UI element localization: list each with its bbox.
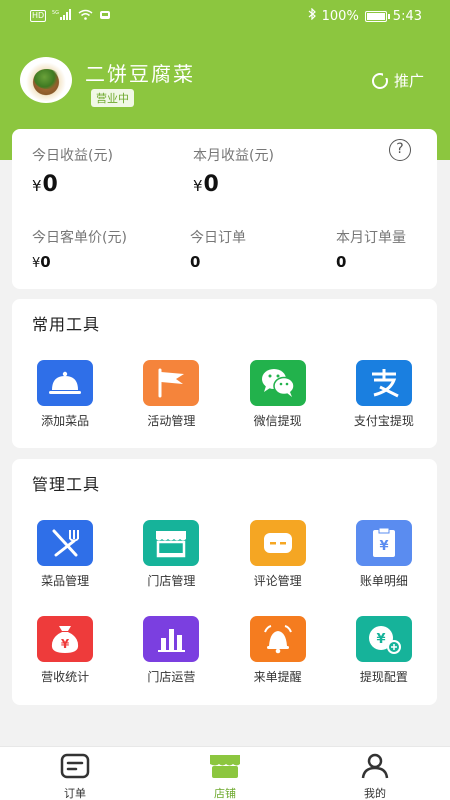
battery-icon bbox=[364, 10, 390, 22]
tab-orders[interactable]: 订单 bbox=[0, 747, 150, 800]
notification-icon bbox=[99, 9, 111, 23]
tool-label: 营收统计 bbox=[41, 670, 90, 684]
promote-button[interactable]: 推广 bbox=[371, 70, 424, 91]
tool-bill-detail[interactable]: ¥ 账单明细 bbox=[331, 520, 437, 589]
status-bar: HD 5G 100% 5:43 bbox=[0, 0, 450, 32]
tool-label: 账单明细 bbox=[359, 574, 408, 588]
tool-label: 提现配置 bbox=[359, 670, 408, 684]
shop-avatar[interactable] bbox=[20, 57, 72, 103]
hd-badge: HD bbox=[30, 10, 47, 22]
tool-store-operation[interactable]: 门店运营 bbox=[118, 616, 224, 685]
tab-shop[interactable]: 店铺 bbox=[150, 747, 300, 800]
tool-add-dish[interactable]: 添加菜品 bbox=[12, 360, 118, 429]
promote-icon bbox=[371, 71, 389, 89]
tool-label: 添加菜品 bbox=[41, 414, 90, 428]
user-icon bbox=[360, 753, 390, 783]
wifi-icon bbox=[78, 9, 93, 23]
manage-tools-card: 管理工具 菜品管理 门店管理 评论管理 ¥ 账单明细 ¥ 营收统计 门店运营 来… bbox=[12, 459, 437, 705]
tool-label: 门店运营 bbox=[147, 670, 196, 684]
common-tools-title: 常用工具 bbox=[32, 315, 101, 334]
bar-chart-icon bbox=[143, 616, 200, 662]
today-income-label: 今日收益(元) bbox=[32, 148, 113, 164]
tool-comment-manage[interactable]: 评论管理 bbox=[225, 520, 331, 589]
tool-dish-manage[interactable]: 菜品管理 bbox=[12, 520, 118, 589]
tool-alipay-withdraw[interactable]: 支付宝提现 bbox=[331, 360, 437, 429]
tool-label: 活动管理 bbox=[147, 414, 196, 428]
order-icon bbox=[59, 753, 91, 783]
svg-text:¥: ¥ bbox=[61, 637, 70, 651]
today-orders-label: 今日订单 bbox=[190, 230, 246, 246]
tool-wechat-withdraw[interactable]: 微信提现 bbox=[225, 360, 331, 429]
tool-label: 评论管理 bbox=[253, 574, 302, 588]
tool-activity[interactable]: 活动管理 bbox=[118, 360, 224, 429]
today-income-value: ¥0 bbox=[32, 172, 58, 197]
tool-label: 来单提醒 bbox=[253, 670, 302, 684]
tab-mine[interactable]: 我的 bbox=[300, 747, 450, 800]
bluetooth-icon bbox=[308, 7, 316, 24]
month-orders-label: 本月订单量 bbox=[336, 230, 406, 246]
tab-label: 订单 bbox=[64, 787, 86, 800]
avg-price-value: ¥0 bbox=[32, 253, 51, 271]
month-income-value: ¥0 bbox=[193, 172, 219, 197]
flag-icon bbox=[143, 360, 200, 406]
battery-percent: 100% bbox=[321, 8, 359, 24]
cloche-icon bbox=[37, 360, 94, 406]
tab-label: 店铺 bbox=[214, 787, 236, 800]
wechat-icon bbox=[249, 360, 306, 406]
avg-price-label: 今日客单价(元) bbox=[32, 230, 127, 246]
tool-withdraw-config[interactable]: ¥ 提现配置 bbox=[331, 616, 437, 685]
alipay-icon bbox=[355, 360, 412, 406]
bell-icon bbox=[249, 616, 306, 662]
storefront-icon bbox=[143, 520, 200, 566]
month-orders-value: 0 bbox=[336, 253, 347, 271]
tool-label: 门店管理 bbox=[147, 574, 196, 588]
manage-tools-title: 管理工具 bbox=[32, 475, 101, 494]
comment-icon bbox=[249, 520, 306, 566]
shop-name: 二饼豆腐菜 bbox=[85, 62, 195, 86]
shop-icon bbox=[208, 753, 242, 783]
tab-label: 我的 bbox=[364, 787, 386, 800]
signal-icon: 5G bbox=[52, 9, 72, 23]
tool-label: 支付宝提现 bbox=[353, 414, 414, 428]
tool-label: 微信提现 bbox=[253, 414, 302, 428]
clock: 5:43 bbox=[392, 8, 422, 24]
svg-text:5G: 5G bbox=[52, 10, 59, 16]
help-icon[interactable]: ? bbox=[389, 139, 411, 161]
common-tools-card: 常用工具 添加菜品 活动管理 微信提现 支付宝提现 bbox=[12, 299, 437, 448]
today-orders-value: 0 bbox=[190, 253, 201, 271]
withdraw-icon: ¥ bbox=[355, 616, 412, 662]
bottom-tab-bar: 订单 店铺 我的 bbox=[0, 746, 450, 800]
promote-label: 推广 bbox=[393, 72, 424, 90]
stats-card: ? 今日收益(元) ¥0 本月收益(元) ¥0 今日客单价(元) ¥0 今日订单… bbox=[12, 129, 437, 289]
tool-order-alert[interactable]: 来单提醒 bbox=[225, 616, 331, 685]
money-bag-icon: ¥ bbox=[37, 616, 94, 662]
svg-text:¥: ¥ bbox=[379, 539, 388, 554]
tool-revenue-stats[interactable]: ¥ 营收统计 bbox=[12, 616, 118, 685]
tool-label: 菜品管理 bbox=[41, 574, 90, 588]
tool-store-manage[interactable]: 门店管理 bbox=[118, 520, 224, 589]
svg-text:¥: ¥ bbox=[376, 632, 385, 647]
business-status-badge: 营业中 bbox=[91, 89, 134, 107]
bill-icon: ¥ bbox=[355, 520, 412, 566]
month-income-label: 本月收益(元) bbox=[193, 148, 274, 164]
cutlery-icon bbox=[37, 520, 94, 566]
